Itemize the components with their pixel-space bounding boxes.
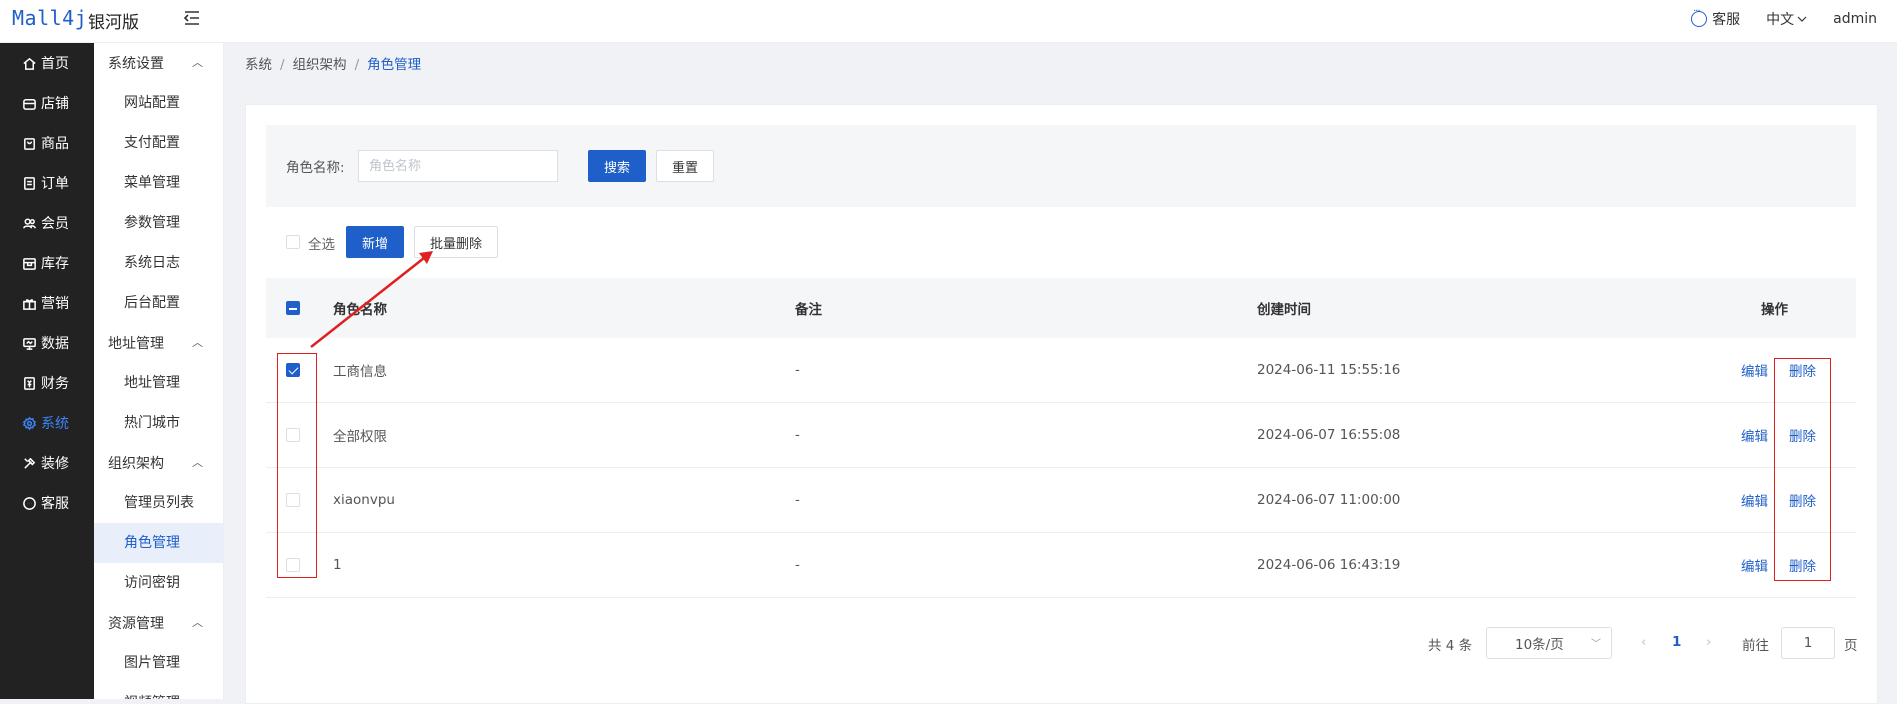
primary-sidebar: 首页 店铺 商品 订单 会员 库存 营销 数据 财务 系统 装修 客服: [0, 43, 94, 699]
gift-icon: [23, 298, 36, 310]
nav-goods[interactable]: 商品: [0, 123, 94, 163]
nav-system[interactable]: 系统: [0, 403, 94, 443]
total-count: 共 4 条: [1428, 638, 1473, 654]
chevron-down-icon: ﹀: [1591, 639, 1601, 650]
menu-admin-list[interactable]: 管理员列表: [94, 483, 223, 523]
logo: Mall4j: [12, 6, 88, 30]
menu-role-manage[interactable]: 角色管理: [94, 523, 223, 563]
stock-icon: [23, 257, 36, 270]
decorate-icon: [24, 457, 36, 469]
table-row: 全部权限 - 2024-06-07 16:55:08 编辑 删除: [266, 403, 1856, 468]
chevron-down-icon: [1797, 16, 1807, 22]
nav-marketing[interactable]: 营销: [0, 283, 94, 323]
nav-order[interactable]: 订单: [0, 163, 94, 203]
role-name-input[interactable]: [358, 150, 558, 182]
group-resource[interactable]: 资源管理 ︿: [94, 603, 223, 643]
page-number[interactable]: 1: [1672, 634, 1681, 650]
edition-label: 银河版: [88, 13, 139, 33]
menu-video-manage[interactable]: 视频管理: [94, 683, 223, 699]
select-all-label: 全选: [308, 237, 335, 253]
reset-button[interactable]: 重置: [656, 150, 714, 182]
next-page-icon[interactable]: ›: [1706, 634, 1711, 650]
menu-pay-config[interactable]: 支付配置: [94, 123, 223, 163]
table-row: 1 - 2024-06-06 16:43:19 编辑 删除: [266, 533, 1856, 598]
table-row: xiaonvpu - 2024-06-07 11:00:00 编辑 删除: [266, 468, 1856, 533]
nav-finance[interactable]: 财务: [0, 363, 94, 403]
menu-param-manage[interactable]: 参数管理: [94, 203, 223, 243]
select-all-checkbox[interactable]: [286, 235, 300, 249]
page-unit-label: 页: [1844, 638, 1858, 654]
nav-stock[interactable]: 库存: [0, 243, 94, 283]
member-icon: [23, 218, 36, 228]
col-remark: 备注: [795, 302, 822, 318]
add-button[interactable]: 新增: [346, 226, 404, 258]
finance-icon: [24, 376, 35, 390]
prev-page-icon[interactable]: ‹: [1641, 634, 1646, 650]
top-right-actions: 客服 中文 admin: [1691, 6, 1877, 29]
edit-link[interactable]: 编辑: [1741, 360, 1768, 380]
page-size-select[interactable]: 10条/页 ﹀: [1486, 627, 1612, 659]
chevron-up-icon: ︿: [192, 56, 203, 69]
goods-icon: [24, 137, 35, 150]
menu-image-manage[interactable]: 图片管理: [94, 643, 223, 683]
table-header: 角色名称 备注 创建时间 操作: [266, 278, 1856, 338]
chevron-up-icon: ︿: [192, 456, 203, 469]
group-system-settings[interactable]: 系统设置 ︿: [94, 43, 223, 83]
menu-collapse-icon[interactable]: [180, 6, 204, 30]
language-switch[interactable]: 中文: [1766, 9, 1807, 29]
header-checkbox[interactable]: [286, 301, 300, 315]
search-bar: 角色名称: 搜索 重置: [266, 125, 1856, 207]
data-icon: [23, 337, 36, 350]
edit-link[interactable]: 编辑: [1741, 555, 1768, 575]
menu-address-manage[interactable]: 地址管理: [94, 363, 223, 403]
roles-table: 角色名称 备注 创建时间 操作 工商信息 - 2024-06-11 15:55:…: [266, 278, 1856, 598]
home-icon: [23, 57, 36, 70]
chevron-up-icon: ︿: [192, 336, 203, 349]
search-button[interactable]: 搜索: [588, 150, 646, 182]
chevron-up-icon: ︿: [192, 616, 203, 629]
goto-label: 前往: [1742, 638, 1769, 654]
pagination: 共 4 条 10条/页 ﹀ ‹ 1 › 前往 1 页: [246, 627, 1879, 659]
menu-system-log[interactable]: 系统日志: [94, 243, 223, 283]
nav-data[interactable]: 数据: [0, 323, 94, 363]
edit-link[interactable]: 编辑: [1741, 425, 1768, 445]
menu-menu-manage[interactable]: 菜单管理: [94, 163, 223, 203]
menu-hot-city[interactable]: 热门城市: [94, 403, 223, 443]
breadcrumb-system[interactable]: 系统: [245, 57, 272, 73]
shop-icon: [23, 98, 36, 110]
group-address[interactable]: 地址管理 ︿: [94, 323, 223, 363]
content-card: 角色名称: 搜索 重置 全选 新增 批量删除 角色名称 备注 创建时间 操作 工…: [245, 104, 1878, 704]
chat-icon: [23, 496, 36, 510]
nav-home[interactable]: 首页: [0, 43, 94, 83]
support-icon: [1691, 6, 1708, 27]
nav-member[interactable]: 会员: [0, 203, 94, 243]
annotation-checkbox-highlight: [277, 353, 317, 578]
user-menu[interactable]: admin: [1833, 11, 1877, 27]
menu-site-config[interactable]: 网站配置: [94, 83, 223, 123]
group-organization[interactable]: 组织架构 ︿: [94, 443, 223, 483]
gear-icon: [22, 416, 37, 430]
table-row: 工商信息 - 2024-06-11 15:55:16 编辑 删除: [266, 338, 1856, 403]
breadcrumb-current: 角色管理: [367, 57, 422, 73]
menu-access-key[interactable]: 访问密钥: [94, 563, 223, 603]
menu-backend-config[interactable]: 后台配置: [94, 283, 223, 323]
edit-link[interactable]: 编辑: [1741, 490, 1768, 510]
col-operations: 操作: [1761, 302, 1788, 318]
top-bar: Mall4j 银河版 客服 中文 admin: [0, 0, 1897, 43]
nav-decorate[interactable]: 装修: [0, 443, 94, 483]
col-role-name: 角色名称: [333, 302, 387, 318]
batch-delete-button[interactable]: 批量删除: [414, 226, 498, 258]
order-icon: [24, 176, 35, 190]
breadcrumb-organization[interactable]: 组织架构: [293, 57, 347, 73]
nav-shop[interactable]: 店铺: [0, 83, 94, 123]
nav-support[interactable]: 客服: [0, 483, 94, 523]
annotation-delete-highlight: [1774, 358, 1831, 581]
col-created-time: 创建时间: [1257, 302, 1311, 318]
breadcrumb: 系统 / 组织架构 / 角色管理: [245, 57, 422, 73]
secondary-sidebar: 系统设置 ︿ 网站配置 支付配置 菜单管理 参数管理 系统日志 后台配置 地址管理…: [94, 43, 224, 699]
role-name-label: 角色名称:: [286, 160, 345, 176]
support-link[interactable]: 客服: [1691, 6, 1740, 29]
goto-page-input[interactable]: 1: [1781, 627, 1835, 659]
